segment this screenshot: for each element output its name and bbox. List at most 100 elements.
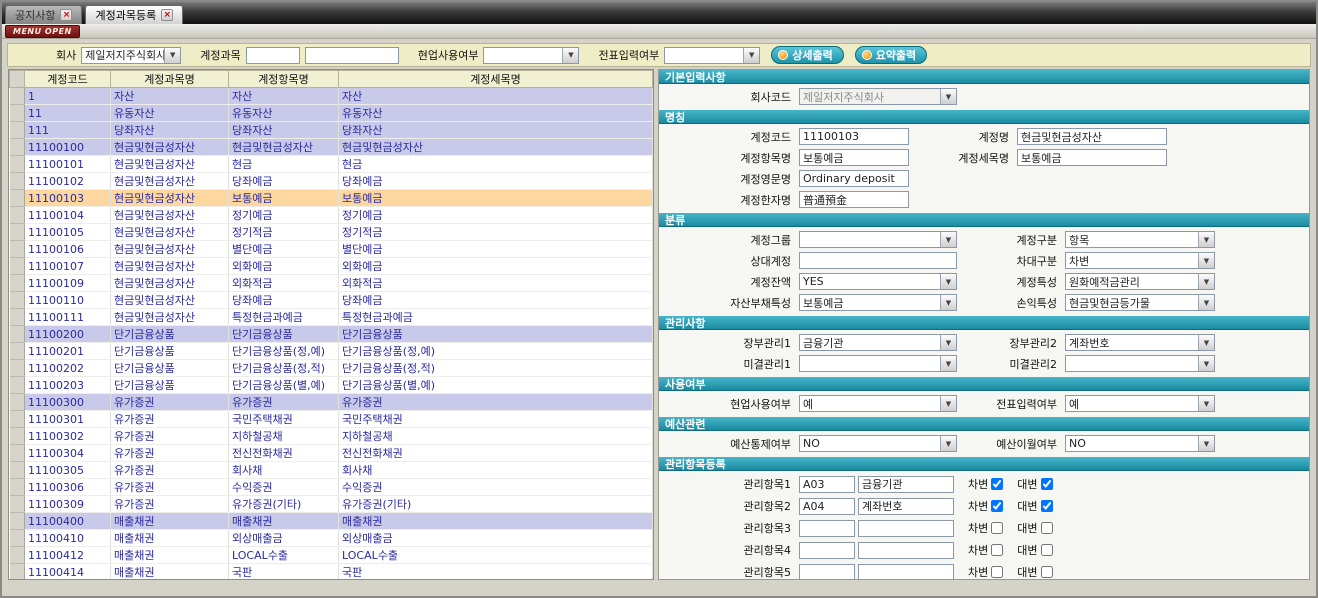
account-name-input[interactable]	[305, 47, 399, 64]
table-cell[interactable]: 전신전화채권	[229, 445, 339, 462]
debit-checkbox[interactable]	[991, 500, 1003, 512]
table-cell[interactable]: 자산	[229, 88, 339, 105]
detail-print-button[interactable]: 상세출력	[771, 46, 843, 64]
table-cell[interactable]: 11100400	[25, 513, 111, 530]
table-cell[interactable]: 단기금융상품(별,예)	[339, 377, 653, 394]
credit-checkbox[interactable]	[1041, 522, 1053, 534]
table-cell[interactable]: 11100201	[25, 343, 111, 360]
table-cell[interactable]: 유동자산	[339, 105, 653, 122]
table-cell[interactable]: 매출채권	[111, 547, 229, 564]
table-cell[interactable]: 외상매출금	[339, 530, 653, 547]
table-cell[interactable]: 단기금융상품(정,적)	[339, 360, 653, 377]
table-row[interactable]: 11100107현금및현금성자산외화예금외화예금	[10, 258, 653, 275]
table-cell[interactable]: 11100100	[25, 139, 111, 156]
table-cell[interactable]: 현금및현금성자산	[111, 190, 229, 207]
table-cell[interactable]: 유가증권	[111, 445, 229, 462]
table-cell[interactable]: 유동자산	[111, 105, 229, 122]
row-selector[interactable]	[10, 156, 25, 173]
table-cell[interactable]: 매출채권	[339, 513, 653, 530]
table-cell[interactable]: 유동자산	[229, 105, 339, 122]
table-cell[interactable]: 당좌예금	[229, 173, 339, 190]
tab-account-registration[interactable]: 계정과목등록 ×	[85, 5, 183, 24]
table-cell[interactable]: 단기금융상품(정,예)	[339, 343, 653, 360]
table-cell[interactable]: 유가증권	[111, 462, 229, 479]
debit-checkbox[interactable]	[991, 544, 1003, 556]
item-name-field[interactable]	[799, 149, 909, 166]
table-cell[interactable]: 11100412	[25, 547, 111, 564]
table-cell[interactable]: 11100104	[25, 207, 111, 224]
table-row[interactable]: 11100101현금및현금성자산현금현금	[10, 156, 653, 173]
table-cell[interactable]: 11100203	[25, 377, 111, 394]
table-cell[interactable]: 111	[25, 122, 111, 139]
table-cell[interactable]: 당좌자산	[339, 122, 653, 139]
table-cell[interactable]: 11100107	[25, 258, 111, 275]
debit-checkbox[interactable]	[991, 566, 1003, 578]
table-cell[interactable]: 11100410	[25, 530, 111, 547]
table-row[interactable]: 11100400매출채권매출채권매출채권	[10, 513, 653, 530]
tab-close-icon[interactable]: ×	[161, 9, 173, 21]
table-cell[interactable]: 11100202	[25, 360, 111, 377]
table-cell[interactable]: 특정현금과예금	[339, 309, 653, 326]
ledger2-select[interactable]: 계좌번호 ▼	[1065, 334, 1215, 351]
table-cell[interactable]: 유가증권	[111, 428, 229, 445]
mgmt-item-name-input[interactable]	[858, 542, 954, 559]
row-selector[interactable]	[10, 428, 25, 445]
detail-name-field[interactable]	[1017, 149, 1167, 166]
table-cell[interactable]: 외화적금	[339, 275, 653, 292]
mgmt-item-code-input[interactable]	[799, 520, 855, 537]
table-cell[interactable]: 11100305	[25, 462, 111, 479]
mgmt-item-code-input[interactable]	[799, 542, 855, 559]
budget-control-select[interactable]: NO ▼	[799, 435, 957, 452]
table-cell[interactable]: 단기금융상품	[111, 343, 229, 360]
table-cell[interactable]: 유가증권(기타)	[229, 496, 339, 513]
table-cell[interactable]: 정기예금	[339, 207, 653, 224]
table-cell[interactable]: 수익증권	[229, 479, 339, 496]
row-selector[interactable]	[10, 258, 25, 275]
table-cell[interactable]: 11100300	[25, 394, 111, 411]
table-cell[interactable]: 현금및현금성자산	[111, 292, 229, 309]
row-selector[interactable]	[10, 139, 25, 156]
table-row[interactable]: 11100414매출채권국판국판	[10, 564, 653, 581]
mgmt-item-code-input[interactable]	[799, 498, 855, 515]
slip-input-form-select[interactable]: 예 ▼	[1065, 395, 1215, 412]
pending1-select[interactable]: ▼	[799, 355, 957, 372]
mgmt-item-name-input[interactable]	[858, 476, 954, 493]
table-row[interactable]: 11100202단기금융상품단기금융상품(정,적)단기금융상품(정,적)	[10, 360, 653, 377]
credit-checkbox[interactable]	[1041, 500, 1053, 512]
table-row[interactable]: 11100302유가증권지하철공채지하철공채	[10, 428, 653, 445]
table-cell[interactable]: 매출채권	[111, 530, 229, 547]
table-cell[interactable]: 유가증권	[111, 394, 229, 411]
table-cell[interactable]: 매출채권	[111, 513, 229, 530]
table-cell[interactable]: 11100101	[25, 156, 111, 173]
table-cell[interactable]: 현금및현금성자산	[111, 173, 229, 190]
table-cell[interactable]: 현금및현금성자산	[111, 156, 229, 173]
table-row[interactable]: 111당좌자산당좌자산당좌자산	[10, 122, 653, 139]
table-cell[interactable]: 11	[25, 105, 111, 122]
row-selector[interactable]	[10, 88, 25, 105]
row-selector[interactable]	[10, 360, 25, 377]
table-cell[interactable]: 매출채권	[111, 564, 229, 581]
table-cell[interactable]: 자산	[111, 88, 229, 105]
table-cell[interactable]: 11100414	[25, 564, 111, 581]
table-cell[interactable]: 단기금융상품	[111, 377, 229, 394]
table-cell[interactable]: 지하철공채	[339, 428, 653, 445]
asset-liability-select[interactable]: 보통예금 ▼	[799, 294, 957, 311]
credit-checkbox[interactable]	[1041, 478, 1053, 490]
table-cell[interactable]: 11100105	[25, 224, 111, 241]
table-cell[interactable]: 단기금융상품	[111, 326, 229, 343]
table-cell[interactable]: 정기예금	[229, 207, 339, 224]
row-selector[interactable]	[10, 241, 25, 258]
table-cell[interactable]: LOCAL수출	[339, 547, 653, 564]
hanja-name-field[interactable]	[799, 191, 909, 208]
row-selector[interactable]	[10, 326, 25, 343]
table-cell[interactable]: 유가증권	[111, 411, 229, 428]
table-row[interactable]: 11100103현금및현금성자산보통예금보통예금	[10, 190, 653, 207]
debit-checkbox[interactable]	[991, 478, 1003, 490]
table-cell[interactable]: 회사채	[229, 462, 339, 479]
table-cell[interactable]: 유가증권	[111, 496, 229, 513]
row-selector[interactable]	[10, 479, 25, 496]
table-row[interactable]: 11100306유가증권수익증권수익증권	[10, 479, 653, 496]
table-cell[interactable]: 현금및현금성자산	[111, 275, 229, 292]
account-code-field[interactable]	[799, 128, 909, 145]
row-selector[interactable]	[10, 496, 25, 513]
